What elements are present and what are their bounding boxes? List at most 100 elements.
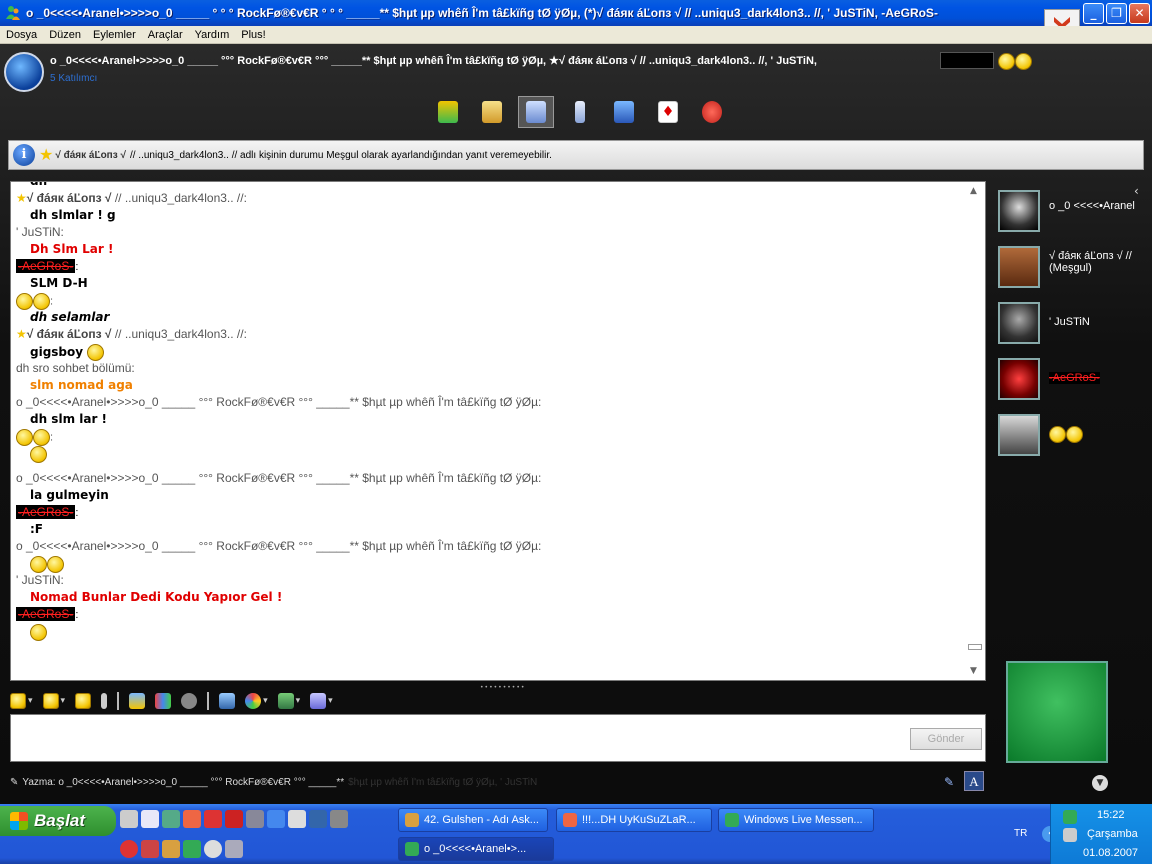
typing-status-text: Yazma: o _0<<<<•Aranel•>>>>o_0 _____ °°°… — [22, 777, 345, 788]
send-file-icon[interactable] — [474, 96, 510, 128]
message-body: dh — [30, 181, 48, 188]
printer-icon[interactable] — [246, 810, 264, 828]
task-label: o _0<<<<•Aranel•>... — [424, 843, 527, 855]
star-icon: ★ — [39, 147, 54, 164]
menu-tools[interactable]: Araçlar — [142, 29, 189, 41]
menu-plus[interactable]: Plus! — [235, 29, 271, 41]
pen-icon[interactable]: ✎ — [944, 775, 954, 789]
scroll-up-icon[interactable]: ▲ — [970, 186, 977, 196]
voice-clip-button[interactable] — [75, 693, 92, 709]
sender-name: -AeGRoS- — [16, 259, 76, 273]
wink-button[interactable]: ▾ — [42, 693, 65, 709]
sender-suffix: // ..uniqu3_dark4lon3.. //: — [111, 327, 247, 341]
firefox-icon[interactable] — [162, 810, 180, 828]
chat-line: ★√ đáяк áĽoпз √ // ..uniqu3_dark4lon3.. … — [16, 327, 966, 344]
task-conversation[interactable]: o _0<<<<•Aranel•>... — [398, 837, 554, 861]
games-icon[interactable]: ♦ — [650, 96, 686, 128]
message-text: la gulmeyin — [16, 488, 966, 505]
participant-item[interactable]: o _0 <<<<•Aranel — [998, 190, 1138, 234]
ie-icon[interactable] — [267, 810, 285, 828]
desktop-icon[interactable] — [120, 810, 138, 828]
messenger-tray-icon[interactable] — [1063, 810, 1077, 824]
menu-edit[interactable]: Düzen — [43, 29, 87, 41]
chat-history[interactable]: dh ★√ đáяк áĽoпз √ // ..uniqu3_dark4lon3.… — [10, 181, 986, 681]
start-button[interactable]: Başlat — [0, 806, 116, 836]
maximize-button[interactable]: ❐ — [1106, 3, 1127, 24]
disc-icon[interactable] — [204, 840, 222, 858]
send-button[interactable]: Gönder — [910, 728, 982, 750]
message-input[interactable] — [13, 717, 903, 759]
minimize-button[interactable]: _ — [1083, 3, 1104, 24]
font-icon[interactable]: A — [964, 771, 984, 791]
display-pic-icon — [219, 693, 236, 709]
scroll-down-icon[interactable]: ▼ — [970, 666, 977, 676]
task-messenger[interactable]: Windows Live Messen... — [718, 808, 874, 832]
chat-line: : — [16, 429, 966, 446]
participant-item[interactable]: ' JuSTiN — [998, 302, 1138, 346]
smiley-icon — [33, 293, 50, 310]
scroll-resize-handle[interactable] — [968, 644, 982, 650]
gift-button[interactable]: ▾ — [310, 693, 333, 709]
info-icon: i — [13, 144, 35, 166]
messenger-logo-icon — [4, 52, 44, 92]
notepad-icon[interactable] — [141, 810, 159, 828]
task-winamp[interactable]: 42. Gulshen - Adı Ask... — [398, 808, 548, 832]
message-body: Nomad Bunlar Dedi Kodu Yapıor Gel ! — [30, 590, 283, 604]
quick-launch-row2 — [120, 840, 243, 858]
smiley-icon — [998, 53, 1015, 70]
activities-icon[interactable] — [606, 96, 642, 128]
network-tray-icon[interactable] — [1063, 828, 1077, 842]
chat-scrollbar[interactable]: ▲ ▼ — [966, 182, 984, 680]
message-text: slm nomad aga — [16, 378, 966, 395]
task-firefox[interactable]: !!!...DH UyKuSuZLaR... — [556, 808, 712, 832]
tool-icon[interactable] — [225, 840, 243, 858]
download-icon[interactable] — [204, 810, 222, 828]
block-icon[interactable] — [694, 96, 730, 128]
pdf-icon[interactable] — [225, 810, 243, 828]
participant-item[interactable]: -AeGRoS- — [998, 358, 1138, 402]
phone-call-icon[interactable] — [562, 96, 598, 128]
star-icon: ★ — [16, 327, 27, 341]
handwriting-button[interactable] — [181, 693, 198, 709]
my-display-picture[interactable] — [1006, 661, 1108, 763]
menu-file[interactable]: Dosya — [0, 29, 43, 41]
message-text: dh selamlar — [16, 310, 966, 327]
emoticon-button[interactable]: ▾ — [10, 693, 33, 709]
share-folders-icon[interactable] — [518, 96, 554, 128]
participant-item[interactable]: √ đáяк áĽoпз √ // (Meşgul) — [998, 246, 1138, 290]
close-button[interactable]: ✕ — [1129, 3, 1150, 24]
chat-line — [16, 463, 966, 471]
clock-time[interactable]: 15:22 — [1097, 809, 1125, 821]
message-body: la gulmeyin — [30, 488, 109, 502]
ink-button[interactable] — [129, 693, 146, 709]
network-icon[interactable] — [330, 810, 348, 828]
doc-icon[interactable] — [288, 810, 306, 828]
participant-count[interactable]: 5 Katılımcı — [50, 73, 97, 84]
display-pic-button[interactable] — [219, 693, 236, 709]
winamp-icon — [405, 813, 419, 827]
winamp-icon[interactable] — [162, 840, 180, 858]
opera-icon[interactable] — [120, 840, 138, 858]
chat-line: : — [16, 293, 966, 310]
theme-button[interactable]: ▾ — [245, 693, 268, 709]
chevron-down-icon[interactable]: ▼ — [1092, 775, 1108, 791]
menu-help[interactable]: Yardım — [189, 29, 236, 41]
sender-suffix: : — [50, 295, 54, 308]
app-icon[interactable] — [141, 840, 159, 858]
participant-item[interactable] — [998, 414, 1138, 458]
games-button[interactable]: ▾ — [277, 693, 300, 709]
word-icon[interactable] — [309, 810, 327, 828]
messenger-icon[interactable] — [183, 840, 201, 858]
invite-contact-icon[interactable] — [430, 96, 466, 128]
media-icon[interactable] — [183, 810, 201, 828]
menu-actions[interactable]: Eylemler — [87, 29, 142, 41]
language-indicator[interactable]: TR — [1014, 828, 1027, 839]
nudge-button[interactable] — [101, 693, 108, 709]
message-text: dh slm lar ! — [16, 412, 966, 429]
format-toolbar: ▾ ▾ ▾ ▾ ▾ — [10, 690, 986, 712]
toolbar-separator — [117, 692, 120, 710]
backgrounds-button[interactable] — [155, 693, 172, 709]
conversation-header: o _0<<<<•Aranel•>>>>o_0 _____ °°° RockFø… — [0, 44, 1152, 132]
message-text: :F — [16, 522, 966, 539]
clock-date: 01.08.2007 — [1083, 847, 1139, 859]
